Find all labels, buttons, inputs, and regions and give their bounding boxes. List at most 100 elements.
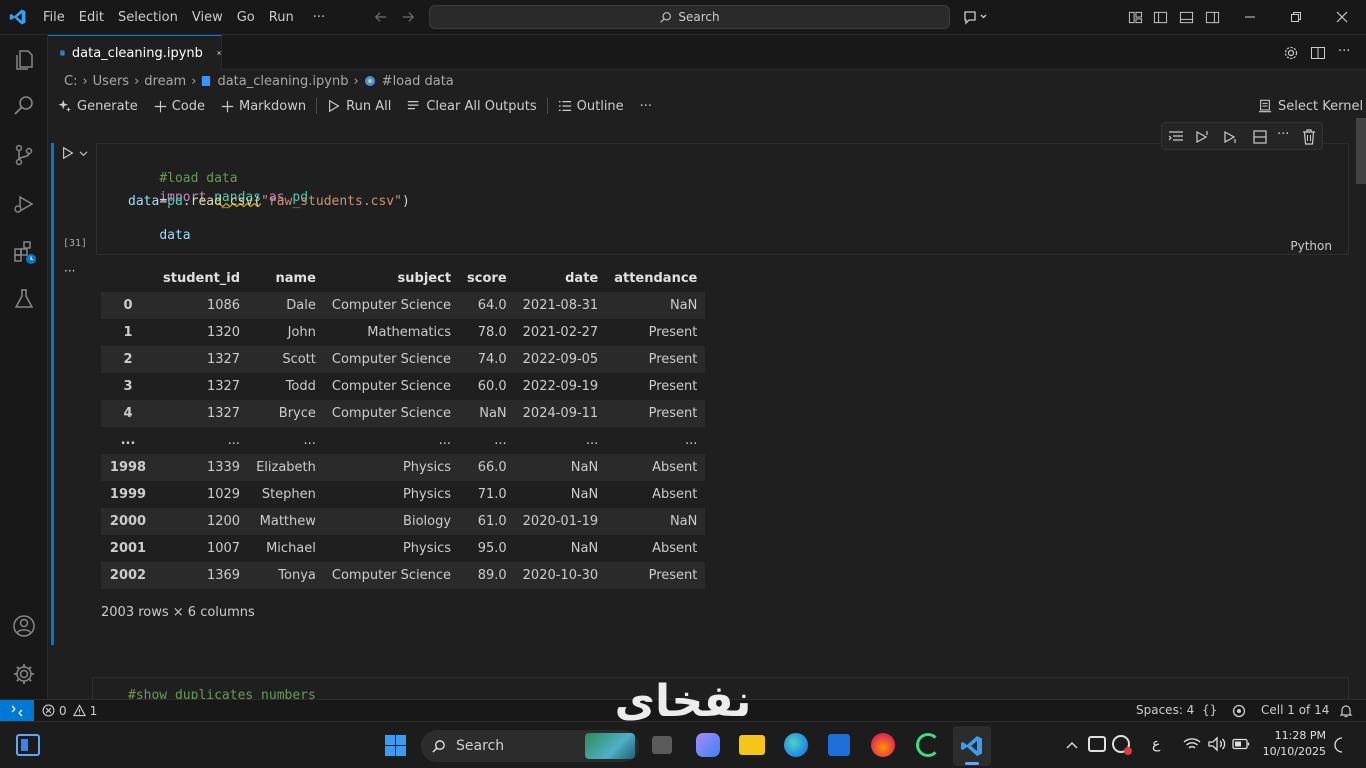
close-window-icon[interactable]	[1336, 11, 1348, 23]
breadcrumb-separator: ›	[191, 73, 197, 89]
cell-score: 64.0	[477, 298, 507, 313]
editor-scrollbar[interactable]	[1356, 118, 1366, 184]
remote-indicator[interactable]	[0, 700, 34, 721]
explorer-icon[interactable]	[12, 48, 36, 72]
menu-more[interactable]: ···	[301, 0, 332, 35]
breadcrumb-cell[interactable]: #load data	[382, 74, 454, 89]
cell-student-id: 1327	[206, 352, 241, 367]
cell-more-icon[interactable]: ···	[1277, 127, 1289, 142]
indentation-indicator[interactable]: Spaces: 4	[1136, 703, 1194, 717]
chevron-down-icon[interactable]	[79, 149, 88, 158]
code-operator: =	[159, 194, 168, 209]
outline-button[interactable]: Outline	[558, 99, 624, 114]
generate-button[interactable]: Generate	[58, 99, 138, 114]
select-kernel-button[interactable]: Select Kernel	[1258, 92, 1363, 120]
clear-all-outputs-button[interactable]: Clear All Outputs	[407, 99, 537, 114]
microsoft-store-icon[interactable]	[828, 734, 850, 756]
input-language-indicator[interactable]: ع	[1152, 736, 1160, 752]
cell-score: 61.0	[477, 514, 507, 529]
split-editor-icon[interactable]	[1310, 45, 1326, 61]
toggle-panel-icon[interactable]	[1179, 10, 1194, 25]
cell-position-indicator[interactable]: Cell 1 of 14	[1261, 703, 1329, 717]
breadcrumb-dream[interactable]: dream	[144, 74, 186, 89]
customize-layout-icon[interactable]	[1128, 10, 1143, 25]
source-control-icon[interactable]	[12, 143, 36, 167]
output-more-icon[interactable]: ···	[64, 264, 75, 278]
edge-browser-icon[interactable]	[784, 733, 808, 757]
toolbar-more-icon[interactable]: ···	[640, 99, 652, 114]
cell-student-id: 1086	[206, 298, 241, 313]
execute-above-icon[interactable]	[1195, 129, 1211, 145]
tray-sync-icon[interactable]	[1112, 735, 1132, 755]
add-markdown-button[interactable]: Markdown	[221, 99, 306, 114]
vscode-taskbar-icon[interactable]	[953, 726, 991, 766]
loading-app-icon[interactable]	[916, 733, 940, 757]
toggle-secondary-sidebar-icon[interactable]	[1205, 10, 1220, 25]
execute-below-icon[interactable]	[1223, 129, 1239, 145]
menu-view[interactable]: View	[185, 0, 230, 35]
run-debug-icon[interactable]	[12, 192, 36, 216]
delete-cell-icon[interactable]	[1302, 129, 1316, 145]
add-code-button[interactable]: Code	[154, 99, 205, 114]
start-windows-icon[interactable]	[384, 734, 407, 757]
command-center-search[interactable]: Search	[429, 5, 950, 29]
code-cell-editor[interactable]: #load data import pandas as pd data=pd.r…	[96, 143, 1349, 255]
toggle-primary-sidebar-icon[interactable]	[1153, 10, 1168, 25]
account-icon[interactable]	[12, 614, 36, 638]
testing-icon[interactable]	[12, 287, 36, 311]
run-cell-icon[interactable]	[61, 146, 75, 160]
problems-indicator[interactable]: 0 1	[42, 700, 97, 721]
breadcrumb-separator: ›	[353, 73, 359, 89]
menu-run[interactable]: Run	[262, 0, 301, 35]
forward-arrow-icon[interactable]	[401, 10, 415, 24]
run-by-line-icon[interactable]	[1168, 129, 1184, 145]
breadcrumb: C: › Users › dream › data_cleaning.ipynb…	[48, 70, 1366, 92]
notification-center-icon[interactable]	[1334, 737, 1350, 753]
menu-selection[interactable]: Selection	[111, 0, 185, 35]
menu-file[interactable]: File	[36, 0, 72, 35]
menu-go[interactable]: Go	[230, 0, 262, 35]
firefox-icon[interactable]	[871, 733, 895, 757]
cell-date: 2022-09-19	[522, 379, 599, 394]
breadcrumb-users[interactable]: Users	[93, 74, 129, 89]
breadcrumb-separator: ›	[82, 73, 88, 89]
copilot-icon[interactable]	[963, 9, 987, 25]
breadcrumb-file[interactable]: data_cleaning.ipynb	[217, 74, 348, 89]
back-arrow-icon[interactable]	[374, 10, 388, 24]
table-header-row: student_id name subject score date atten…	[101, 265, 705, 292]
run-all-button[interactable]: Run All	[327, 99, 391, 114]
notebook-file-icon	[202, 76, 211, 86]
language-braces-indicator[interactable]: {}	[1202, 703, 1217, 717]
extensions-icon[interactable]	[12, 240, 36, 264]
settings-gear-icon[interactable]	[1283, 45, 1299, 61]
minimize-icon[interactable]	[1244, 11, 1256, 23]
copilot-app-icon[interactable]	[696, 733, 720, 757]
show-hidden-icons-chevron-icon[interactable]	[1066, 740, 1078, 750]
menu-edit[interactable]: Edit	[72, 0, 111, 35]
manage-gear-icon[interactable]	[12, 662, 36, 686]
restore-icon[interactable]	[1290, 11, 1302, 23]
column-header-name: name	[275, 271, 316, 286]
file-explorer-icon[interactable]	[739, 735, 765, 755]
tab-data-cleaning[interactable]: data_cleaning.ipynb	[48, 35, 222, 70]
breadcrumb-drive[interactable]: C:	[64, 74, 77, 89]
cell-language[interactable]: Python	[1290, 239, 1332, 253]
taskbar-search[interactable]: Search	[421, 730, 639, 762]
table-row: 1998 1339 Elizabeth Physics 66.0 NaN Absent	[101, 454, 706, 481]
notifications-bell-icon[interactable]	[1339, 704, 1353, 718]
task-view-icon[interactable]	[652, 736, 672, 754]
search-view-icon[interactable]	[12, 93, 36, 117]
cell-attendance: Present	[648, 406, 698, 421]
widgets-icon[interactable]	[16, 734, 40, 756]
cell-score: NaN	[479, 406, 507, 421]
volume-icon[interactable]	[1208, 736, 1226, 752]
clock[interactable]: 11:28 PM 10/10/2025	[1262, 728, 1326, 760]
toolbar-divider	[546, 98, 548, 114]
tray-network-off-icon[interactable]	[1088, 736, 1106, 752]
more-actions-icon[interactable]: ···	[1338, 44, 1350, 59]
close-tab-icon[interactable]	[217, 48, 221, 58]
split-cell-icon[interactable]	[1252, 129, 1268, 145]
battery-icon[interactable]	[1232, 738, 1250, 750]
wifi-icon[interactable]	[1183, 737, 1201, 751]
cell-status-icon[interactable]	[1232, 704, 1246, 718]
